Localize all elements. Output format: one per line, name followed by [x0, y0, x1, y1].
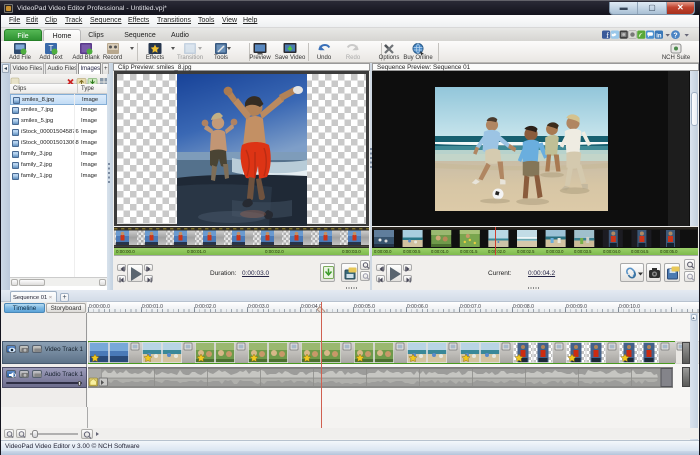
- svg-text:f: f: [606, 31, 609, 40]
- svg-text:?: ?: [673, 32, 677, 39]
- svg-text:in: in: [656, 33, 662, 39]
